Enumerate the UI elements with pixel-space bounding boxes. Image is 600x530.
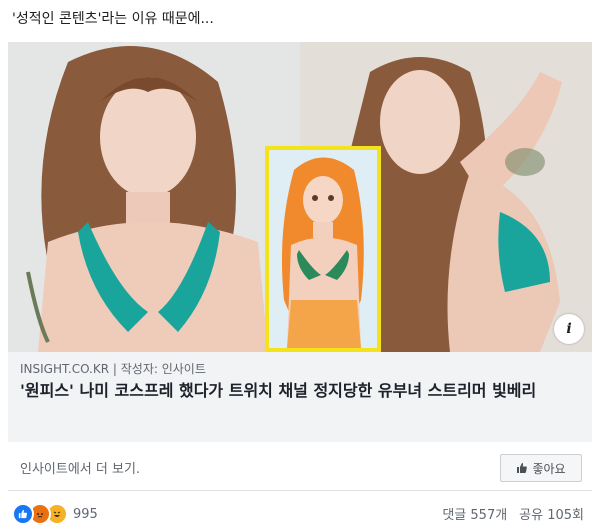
- like-icon: [12, 503, 34, 525]
- like-page-button[interactable]: 좋아요: [500, 454, 582, 482]
- anime-character-inset: [265, 146, 381, 352]
- post-caption: '성적인 콘텐츠'라는 이유 때문에...: [12, 11, 214, 27]
- cosplay-photo-left-art: [8, 42, 300, 352]
- info-icon[interactable]: i: [554, 314, 584, 344]
- link-preview-image[interactable]: i: [8, 42, 592, 352]
- link-headline[interactable]: '원피스' 나미 코스프레 했다가 트위치 채널 정지당한 유부녀 스트리머 빛…: [20, 380, 580, 402]
- thumbs-up-icon: [517, 463, 528, 473]
- reactions-summary[interactable]: 995: [12, 503, 98, 525]
- comment-count[interactable]: 댓글 557개: [442, 504, 507, 523]
- link-preview-text[interactable]: INSIGHT.CO.KR | 작성자: 인사이트 '원피스' 나미 코스프레 …: [8, 352, 592, 443]
- cosplay-photo-left: [8, 42, 300, 352]
- link-source: INSIGHT.CO.KR | 작성자: 인사이트: [20, 362, 206, 376]
- like-page-label: 좋아요: [532, 461, 566, 476]
- share-count[interactable]: 공유 105회: [519, 504, 584, 523]
- page-footer: 인사이트에서 더 보기. 좋아요: [8, 442, 592, 491]
- see-more-link[interactable]: 인사이트에서 더 보기.: [20, 458, 140, 477]
- engagement-stats: 댓글 557개 공유 105회: [442, 504, 584, 523]
- reaction-count: 995: [73, 506, 98, 522]
- anime-character-art: [269, 150, 377, 348]
